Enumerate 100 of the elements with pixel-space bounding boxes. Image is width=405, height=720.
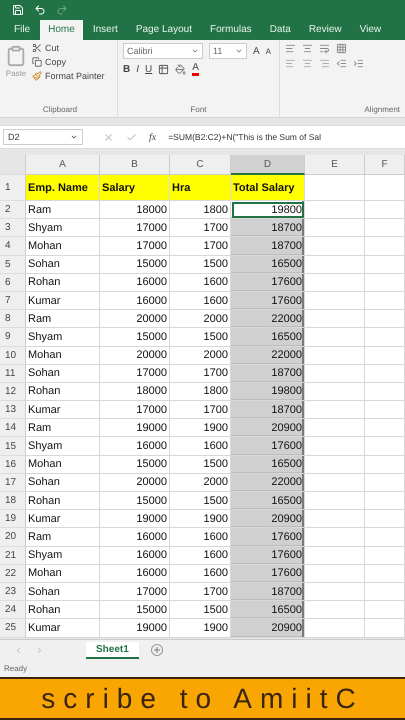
table-cell: 15000 [100, 328, 170, 346]
row-header[interactable]: 4 [0, 237, 26, 256]
row-header[interactable]: 22 [0, 564, 26, 583]
column-header[interactable]: A [26, 155, 100, 175]
ribbon-tab[interactable]: File [6, 20, 38, 40]
row-header[interactable]: 25 [0, 619, 26, 638]
bold-button[interactable]: B [123, 64, 130, 75]
column-header[interactable]: B [100, 155, 170, 175]
sheet-tab[interactable]: Sheet1 [86, 642, 139, 658]
row-header[interactable]: 7 [0, 292, 26, 310]
ribbon-tab[interactable]: Page Layout [128, 20, 200, 40]
enter-icon[interactable] [126, 132, 137, 142]
empty-cell [365, 364, 405, 383]
insert-function-button[interactable]: fx [149, 132, 156, 142]
ribbon-tab[interactable]: View [352, 20, 390, 40]
table-cell: 18000 [100, 201, 170, 220]
row-header[interactable]: 13 [0, 401, 26, 420]
underline-button[interactable]: U [145, 64, 152, 75]
ribbon-tab[interactable]: Home [40, 20, 83, 40]
ribbon-tab[interactable]: Insert [84, 20, 126, 40]
table-cell: 1800 [170, 382, 231, 402]
table-cell: 16500 [231, 456, 305, 474]
empty-cell [365, 437, 405, 456]
align-left-icon[interactable] [285, 58, 296, 69]
row-header[interactable]: 11 [0, 364, 26, 383]
align-right-icon[interactable] [319, 58, 330, 69]
row-header[interactable]: 9 [0, 328, 26, 346]
table-cell: 1600 [170, 292, 231, 310]
table-cell: Sohan [26, 474, 100, 492]
row-header[interactable]: 6 [0, 274, 26, 292]
column-header[interactable]: C [170, 155, 231, 175]
table-cell: 20900 [231, 619, 305, 638]
table-cell: 1700 [170, 582, 231, 602]
table-cell: 1700 [170, 364, 231, 383]
name-box[interactable]: D2 [3, 129, 83, 145]
row-header[interactable]: 21 [0, 546, 26, 565]
align-middle-icon[interactable] [302, 43, 313, 54]
align-top-icon[interactable] [285, 43, 296, 54]
row-header[interactable]: 18 [0, 492, 26, 510]
table-cell: Mohan [26, 456, 100, 474]
grow-font-button[interactable]: A [253, 46, 260, 56]
row-header[interactable]: 14 [0, 419, 26, 438]
column-header[interactable]: D [231, 155, 305, 175]
table-cell: 1900 [170, 510, 231, 528]
empty-cell [365, 382, 405, 402]
align-center-icon[interactable] [302, 58, 313, 69]
row-header[interactable]: 24 [0, 601, 26, 620]
row-header[interactable]: 3 [0, 219, 26, 238]
cancel-icon[interactable] [103, 132, 114, 142]
fill-color-icon[interactable] [175, 64, 186, 75]
ribbon-tab[interactable]: Review [300, 20, 350, 40]
font-name-field[interactable]: Calibri [123, 43, 203, 59]
row-header[interactable]: 12 [0, 382, 26, 402]
copy-button[interactable]: Copy [32, 57, 105, 67]
empty-cell [365, 237, 405, 256]
ribbon-tab[interactable]: Formulas [202, 20, 260, 40]
row-header[interactable]: 17 [0, 474, 26, 492]
table-cell: 20900 [231, 510, 305, 528]
row-header[interactable]: 2 [0, 201, 26, 220]
scroll-left-icon[interactable] [14, 646, 23, 654]
formula-field[interactable]: =SUM(B2:C2)+N("This is the Sum of Sal [168, 132, 321, 142]
column-header[interactable]: F [365, 155, 405, 175]
table-cell: 19800 [231, 201, 305, 220]
row-header[interactable]: 8 [0, 310, 26, 328]
add-sheet-icon[interactable] [150, 644, 163, 656]
row-header[interactable]: 5 [0, 256, 26, 274]
undo-icon[interactable] [34, 4, 46, 16]
table-cell: Emp. Name [26, 175, 100, 201]
table-cell: Ram [26, 310, 100, 328]
dropdown-icon [191, 47, 199, 55]
shrink-font-button[interactable]: A [266, 46, 272, 56]
format-painter-button[interactable]: Format Painter [32, 71, 105, 81]
row-header[interactable]: 16 [0, 456, 26, 474]
table-cell: 1700 [170, 219, 231, 238]
row-header[interactable]: 20 [0, 528, 26, 547]
outdent-icon[interactable] [336, 58, 347, 69]
ribbon-tab[interactable]: Data [262, 20, 299, 40]
borders-icon[interactable] [158, 64, 170, 75]
table-cell: 15000 [100, 601, 170, 620]
column-header[interactable]: E [305, 155, 365, 175]
row-header[interactable]: 10 [0, 346, 26, 365]
row-header[interactable]: 15 [0, 437, 26, 456]
table-cell: 18700 [231, 219, 305, 238]
table-cell: 1500 [170, 256, 231, 274]
table-cell: 17600 [231, 274, 305, 292]
row-header[interactable]: 1 [0, 175, 26, 201]
table-cell: 1600 [170, 546, 231, 565]
cut-button[interactable]: Cut [32, 43, 105, 53]
font-color-button[interactable]: A [192, 63, 199, 76]
italic-button[interactable]: I [136, 64, 140, 75]
save-icon[interactable] [12, 4, 24, 16]
row-header[interactable]: 19 [0, 510, 26, 528]
table-cell: 17000 [100, 219, 170, 238]
scroll-right-icon[interactable] [35, 646, 44, 654]
row-header[interactable]: 23 [0, 582, 26, 602]
indent-icon[interactable] [353, 58, 364, 69]
table-cell: 1900 [170, 619, 231, 638]
font-size-field[interactable]: 11 [209, 43, 247, 59]
table-cell: 20000 [100, 474, 170, 492]
table-cell: Sohan [26, 256, 100, 274]
